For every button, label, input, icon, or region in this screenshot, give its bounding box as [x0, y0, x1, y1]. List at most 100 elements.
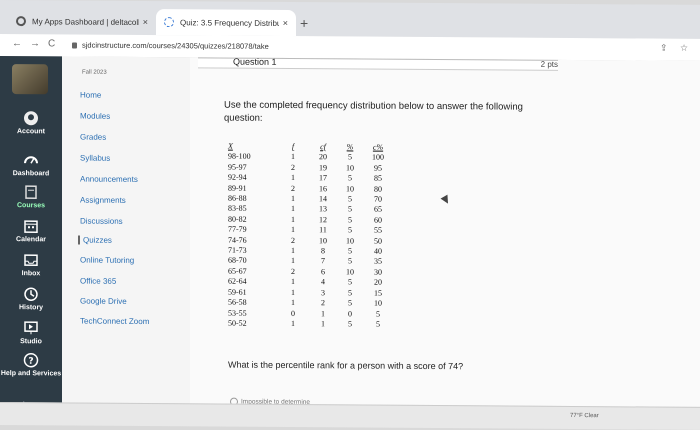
course-nav-syllabus[interactable]: Syllabus: [80, 154, 110, 163]
table-cell: 1: [278, 152, 308, 163]
table-cell: 5: [338, 278, 362, 289]
table-cell: 55: [362, 226, 394, 237]
table-cell: 14: [308, 194, 338, 205]
bookmark-star-icon[interactable]: ☆: [680, 43, 688, 54]
column-header-percent: %: [338, 142, 362, 153]
table-cell: 71-73: [228, 246, 278, 257]
forward-icon[interactable]: →: [30, 38, 40, 49]
table-cell: 86-88: [228, 194, 278, 205]
course-logo-image[interactable]: [12, 64, 48, 94]
table-cell: 1: [278, 288, 308, 299]
table-body: 98-100120510095-97219109592-9411758589-9…: [228, 152, 394, 330]
table-cell: 60: [362, 215, 394, 226]
table-cell: 92-94: [228, 173, 278, 184]
table-cell: 68-70: [228, 256, 278, 267]
studio-icon: [23, 320, 39, 336]
global-nav-label: Account: [17, 128, 45, 135]
table-cell: 98-100: [228, 152, 278, 163]
global-nav-history[interactable]: History: [0, 286, 62, 311]
table-cell: 1: [278, 256, 308, 267]
new-tab-button[interactable]: +: [300, 15, 308, 31]
history-icon: [23, 286, 39, 302]
table-cell: 1: [278, 215, 308, 226]
course-nav-discussions[interactable]: Discussions: [80, 217, 123, 226]
course-nav-home[interactable]: Home: [80, 91, 101, 100]
course-nav-google-drive[interactable]: Google Drive: [80, 297, 127, 306]
address-bar[interactable]: sjdcinstructure.com/courses/24305/quizze…: [72, 39, 632, 57]
table-cell: 10: [338, 163, 362, 174]
global-nav-label: Studio: [20, 338, 42, 345]
table-cell: 74-76: [228, 235, 278, 246]
course-nav: Fall 2023 Home Modules Grades Syllabus A…: [62, 56, 190, 425]
table-cell: 5: [338, 215, 362, 226]
table-cell: 10: [338, 184, 362, 195]
course-nav-assignments[interactable]: Assignments: [80, 196, 126, 205]
global-nav-inbox[interactable]: Inbox: [0, 252, 62, 277]
table-cell: 1: [308, 319, 338, 330]
course-nav-techconnect-zoom[interactable]: TechConnect Zoom: [80, 317, 149, 326]
table-cell: 50-52: [228, 318, 278, 329]
table-cell: 1: [278, 319, 308, 330]
table-cell: 2: [278, 236, 308, 247]
global-nav-label: Inbox: [22, 270, 41, 277]
course-nav-quizzes[interactable]: Quizzes: [78, 236, 112, 245]
table-cell: 5: [338, 174, 362, 185]
os-taskbar: 77°F Clear: [0, 402, 700, 430]
share-icon[interactable]: ⇪: [660, 43, 668, 54]
course-nav-modules[interactable]: Modules: [80, 112, 110, 121]
column-header-f: f: [278, 142, 308, 153]
global-nav-help[interactable]: ? Help and Services: [0, 352, 62, 377]
table-cell: 53-55: [228, 308, 278, 319]
close-tab-icon[interactable]: ×: [283, 18, 288, 28]
table-cell: 13: [308, 205, 338, 216]
browser-tab-quiz[interactable]: Quiz: 3.5 Frequency Distribution ×: [156, 9, 296, 36]
global-nav: Account Dashboard Courses Calendar Inbox…: [0, 56, 62, 424]
tab-title: My Apps Dashboard | deltacolleg: [32, 17, 139, 27]
table-cell: 15: [362, 288, 394, 299]
back-icon[interactable]: ←: [12, 38, 22, 49]
course-nav-office-365[interactable]: Office 365: [80, 277, 116, 286]
table-cell: 1: [308, 309, 338, 320]
global-nav-studio[interactable]: Studio: [0, 320, 62, 345]
table-cell: 6: [308, 267, 338, 278]
table-cell: 10: [308, 236, 338, 247]
course-nav-announcements[interactable]: Announcements: [80, 175, 138, 184]
table-cell: 30: [362, 267, 394, 278]
question-header: Question 1 2 pts: [198, 57, 558, 71]
table-cell: 65-67: [228, 266, 278, 277]
quiz-content: Question 1 2 pts Use the completed frequ…: [190, 57, 700, 429]
global-nav-dashboard[interactable]: Dashboard: [0, 152, 62, 177]
table-cell: 95-97: [228, 162, 278, 173]
table-cell: 5: [338, 194, 362, 205]
table-cell: 1: [278, 173, 308, 184]
course-nav-online-tutoring[interactable]: Online Tutoring: [80, 256, 134, 265]
table-cell: 5: [338, 298, 362, 309]
inbox-icon: [23, 252, 39, 268]
close-tab-icon[interactable]: ×: [143, 17, 148, 27]
global-nav-calendar[interactable]: Calendar: [0, 218, 62, 243]
table-cell: 35: [362, 257, 394, 268]
global-nav-account[interactable]: Account: [0, 110, 62, 135]
tab-title: Quiz: 3.5 Frequency Distribution: [180, 18, 279, 28]
table-cell: 4: [308, 277, 338, 288]
frequency-distribution-table: X f cf % c% 98-100120510095-97219109592-…: [228, 142, 394, 330]
course-nav-grades[interactable]: Grades: [80, 133, 106, 142]
reload-icon[interactable]: C: [48, 38, 55, 49]
table-cell: 2: [278, 163, 308, 174]
question-points: 2 pts: [541, 60, 558, 69]
global-nav-label: Calendar: [16, 236, 46, 243]
browser-tab-dashboard[interactable]: My Apps Dashboard | deltacolleg ×: [8, 8, 156, 35]
table-cell: 1: [278, 277, 308, 288]
table-cell: 5: [362, 319, 394, 330]
global-nav-courses[interactable]: Courses: [0, 184, 62, 209]
table-cell: 19: [308, 163, 338, 174]
table-cell: 85: [362, 174, 394, 185]
table-cell: 2: [278, 267, 308, 278]
table-cell: 5: [362, 309, 394, 320]
table-cell: 11: [308, 225, 338, 236]
table-cell: 7: [308, 257, 338, 268]
table-cell: 80-82: [228, 214, 278, 225]
column-header-x: X: [228, 142, 278, 153]
table-cell: 3: [308, 288, 338, 299]
column-header-cf: cf: [308, 142, 338, 153]
